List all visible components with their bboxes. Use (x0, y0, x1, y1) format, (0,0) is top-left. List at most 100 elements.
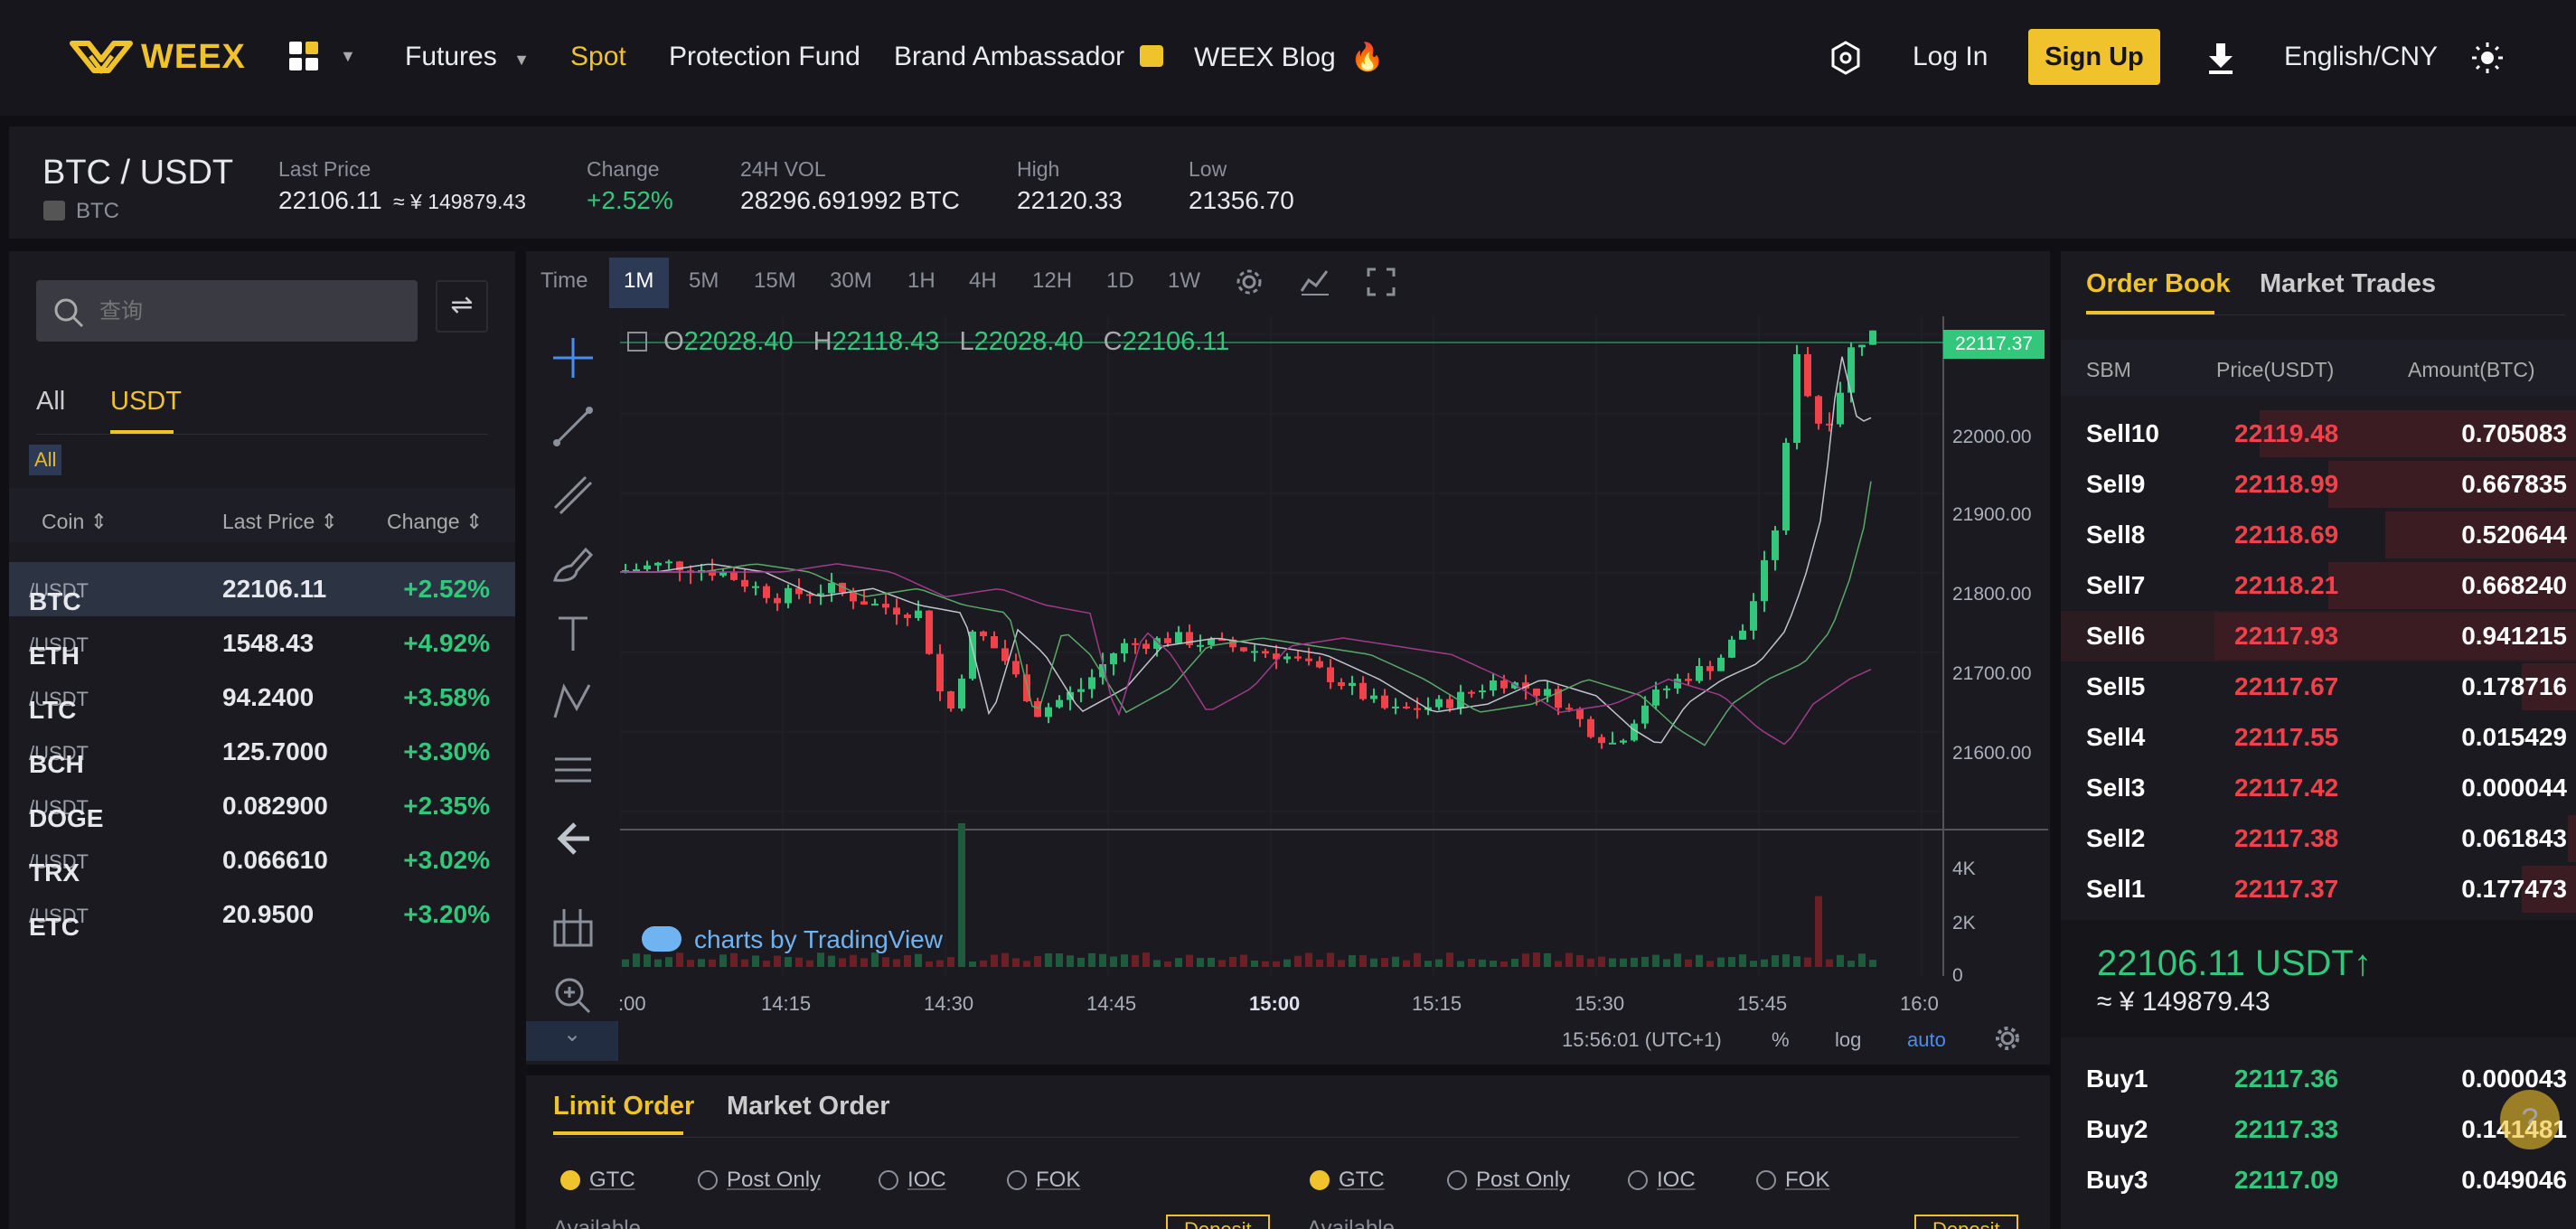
timeframe-1h[interactable]: 1H (907, 268, 935, 294)
ob-sell-row[interactable]: Sell9 22118.99 0.667835 (2061, 459, 2576, 510)
nav-protection-fund[interactable]: Protection Fund (669, 42, 860, 72)
zoom-in-icon[interactable] (550, 972, 597, 1019)
market-row[interactable]: BCH /USDT 125.7000 +3.30% (9, 725, 515, 779)
nav-futures[interactable]: Futures ▼ (405, 42, 530, 72)
chart-settings-icon[interactable] (1235, 267, 1264, 296)
ob-sell-row[interactable]: Sell5 22117.67 0.178716 (2061, 661, 2576, 712)
ob-sell-row[interactable]: Sell10 22119.48 0.705083 (2061, 408, 2576, 459)
market-row[interactable]: BTC /USDT 22106.11 +2.52% (9, 562, 515, 616)
ob-sell-row[interactable]: Sell6 22117.93 0.941215 (2061, 611, 2576, 661)
log-toggle[interactable]: log (1835, 1028, 1861, 1052)
weex-logo[interactable]: WEEX (69, 36, 249, 81)
timeframe-1w[interactable]: 1W (1168, 268, 1200, 294)
order-option-post-only[interactable]: Post Only (1447, 1168, 1570, 1193)
nav-weex-blog[interactable]: WEEX Blog 🔥 (1194, 42, 1384, 73)
filter-all-chip[interactable]: All (29, 445, 62, 475)
market-row[interactable]: DOGE /USDT 0.082900 +2.35% (9, 779, 515, 833)
timeframe-30m[interactable]: 30M (830, 268, 872, 294)
orderbook-panel: Order Book Market Trades SBM Price(USDT)… (2061, 251, 2576, 1229)
order-option-gtc[interactable]: GTC (560, 1168, 635, 1193)
auto-toggle[interactable]: auto (1907, 1028, 1946, 1052)
tradingview-watermark[interactable]: charts by TradingView (642, 925, 943, 954)
fib-tool-icon[interactable] (550, 472, 597, 519)
toolbar-collapse[interactable]: ⌄ (526, 1021, 618, 1061)
text-tool-icon[interactable] (550, 609, 597, 656)
tab-order-book[interactable]: Order Book (2086, 269, 2231, 299)
market-price: 94.2400 (222, 683, 315, 711)
indicators-icon[interactable] (1300, 267, 1330, 296)
ob-tabs-divider (2086, 314, 2565, 315)
order-option-gtc[interactable]: GTC (1310, 1168, 1385, 1193)
price-axis-label: 21600.00 (1952, 743, 2032, 764)
tab-market-trades[interactable]: Market Trades (2260, 269, 2436, 299)
timeframe-time[interactable]: Time (541, 268, 588, 294)
ob-sell-row[interactable]: Sell2 22117.38 0.061843 (2061, 813, 2576, 864)
ob-sell-row[interactable]: Sell7 22118.21 0.668240 (2061, 560, 2576, 611)
timeframe-1d[interactable]: 1D (1106, 268, 1134, 294)
header-last-price[interactable]: Last Price ⇕ (222, 510, 338, 534)
timeframe-4h[interactable]: 4H (969, 268, 997, 294)
ob-sell-label: Sell5 (2086, 672, 2146, 700)
market-row[interactable]: TRX /USDT 0.066610 +3.02% (9, 833, 515, 887)
timeframe-15m[interactable]: 15M (754, 268, 796, 294)
chart-gear-icon[interactable] (1994, 1025, 2021, 1052)
swap-button[interactable]: ⇌ (436, 280, 488, 333)
download-icon[interactable] (2205, 42, 2236, 76)
header-coin[interactable]: Coin ⇕ (42, 510, 108, 534)
tab-market-order[interactable]: Market Order (727, 1092, 890, 1121)
market-row[interactable]: ETC /USDT 20.9500 +3.20% (9, 887, 515, 942)
login-link[interactable]: Log In (1913, 42, 1988, 72)
search-input[interactable] (99, 293, 398, 329)
nav-brand-ambassador[interactable]: Brand Ambassador (894, 42, 1163, 72)
apps-grid-icon[interactable] (289, 42, 325, 74)
signup-button[interactable]: Sign Up (2028, 29, 2160, 85)
cloud-icon (642, 926, 682, 952)
order-option-fok[interactable]: FOK (1756, 1168, 1829, 1193)
chevron-down-icon[interactable]: ▼ (340, 47, 356, 66)
measure-icon[interactable] (550, 746, 597, 793)
tab-all[interactable]: All (36, 387, 65, 417)
deposit-button-right[interactable]: Deposit (1914, 1215, 2018, 1229)
deposit-button-left[interactable]: Deposit (1166, 1215, 1270, 1229)
order-option-ioc[interactable]: IOC (879, 1168, 946, 1193)
ob-buy-price: 22117.33 (2234, 1115, 2339, 1143)
ob-buy-row[interactable]: Buy3 22117.09 0.049046 (2061, 1155, 2576, 1206)
header-change[interactable]: Change ⇕ (387, 510, 483, 534)
order-option-fok[interactable]: FOK (1007, 1168, 1080, 1193)
timeframe-12h[interactable]: 12H (1032, 268, 1072, 294)
ob-sell-row[interactable]: Sell8 22118.69 0.520644 (2061, 510, 2576, 560)
legend-collapse-icon[interactable] (627, 332, 647, 352)
market-row[interactable]: LTC /USDT 94.2400 +3.58% (9, 671, 515, 725)
ob-buy-price: 22117.09 (2234, 1166, 2339, 1194)
tab-limit-order[interactable]: Limit Order (553, 1092, 694, 1121)
trendline-icon[interactable] (550, 403, 597, 450)
ob-sell-price: 22117.37 (2234, 875, 2339, 903)
language-selector[interactable]: English/CNY (2284, 42, 2438, 72)
back-arrow-icon[interactable] (550, 815, 597, 862)
candlestick-chart[interactable] (620, 316, 2048, 976)
order-option-post-only[interactable]: Post Only (698, 1168, 821, 1193)
order-option-ioc[interactable]: IOC (1628, 1168, 1696, 1193)
market-row[interactable]: ETH /USDT 1548.43 +4.92% (9, 616, 515, 671)
crosshair-icon[interactable] (550, 334, 597, 381)
help-chat-button[interactable]: ? (2500, 1090, 2560, 1149)
theme-toggle-icon[interactable] (2471, 42, 2504, 74)
favorites-icon[interactable] (550, 904, 597, 951)
fullscreen-icon[interactable] (1367, 267, 1396, 296)
ob-sell-label: Sell7 (2086, 571, 2146, 599)
timeframe-5m[interactable]: 5M (689, 268, 719, 294)
pattern-icon[interactable] (550, 678, 597, 725)
ob-sell-row[interactable]: Sell4 22117.55 0.015429 (2061, 712, 2576, 763)
tab-usdt[interactable]: USDT (110, 387, 182, 417)
ob-buy-row[interactable]: Buy1 22117.36 0.000043 (2061, 1054, 2576, 1104)
timeframe-1m[interactable]: 1M (624, 268, 653, 294)
percent-toggle[interactable]: % (1772, 1028, 1790, 1052)
settings-shield-icon[interactable] (1828, 40, 1864, 76)
search-box[interactable] (36, 280, 418, 342)
ob-buy-row[interactable]: Buy222117.330.141481 (2061, 1104, 2576, 1155)
pair-info-icon (43, 201, 65, 220)
brush-icon[interactable] (550, 540, 597, 587)
ob-sell-row[interactable]: Sell3 22117.42 0.000044 (2061, 763, 2576, 813)
ob-sell-row[interactable]: Sell1 22117.37 0.177473 (2061, 864, 2576, 915)
nav-spot[interactable]: Spot (570, 42, 626, 72)
